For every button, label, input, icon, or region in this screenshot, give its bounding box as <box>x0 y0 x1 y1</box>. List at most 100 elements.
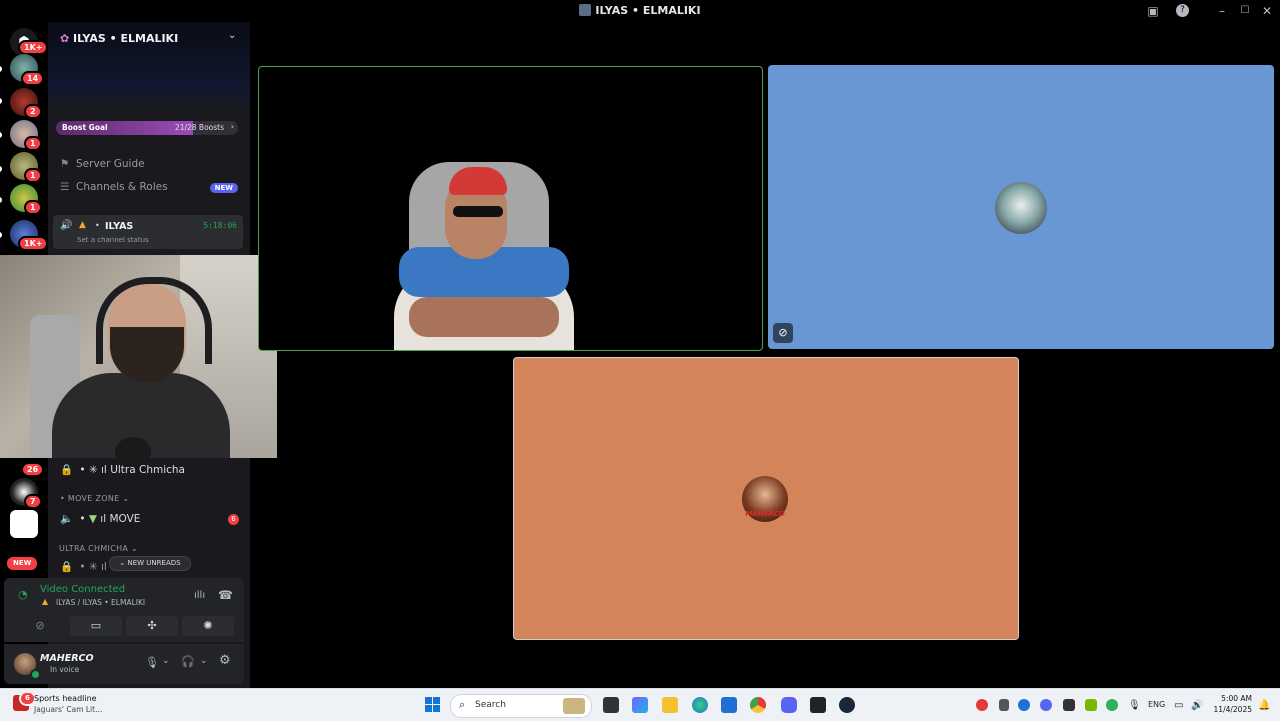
server-badge: 1K+ <box>18 40 49 55</box>
discord-icon[interactable] <box>781 697 797 713</box>
unread-pill <box>0 232 2 238</box>
headphones-icon[interactable]: 🎧 <box>181 655 195 668</box>
call-timer: 5:18:06 <box>203 221 237 230</box>
chrome-icon[interactable] <box>750 697 766 713</box>
chevron-down-icon[interactable]: ⌄ <box>228 30 236 41</box>
microphone-icon[interactable]: 🎙 <box>1128 700 1141 711</box>
steam-icon[interactable] <box>839 697 855 713</box>
windows-start-icon[interactable] <box>425 697 441 713</box>
sunglasses <box>453 206 503 217</box>
tray-app-icon[interactable] <box>1018 699 1030 711</box>
category-move-zone[interactable]: • MOVE ZONE ⌄ <box>60 494 129 503</box>
server-badge: 7 <box>24 494 42 509</box>
video-tile-camera[interactable] <box>258 66 763 351</box>
copilot-icon[interactable] <box>632 697 648 713</box>
voice-location[interactable]: ILYAS / ILYAS • ELMALIKI <box>56 598 145 607</box>
soundboard-icon[interactable]: ıllı <box>194 590 205 601</box>
maximize-button[interactable]: ☐ <box>1237 3 1253 19</box>
unread-pill <box>0 132 2 138</box>
new-badge[interactable]: NEW <box>5 555 40 572</box>
close-button[interactable]: ✕ <box>1259 3 1275 19</box>
language-indicator[interactable]: ENG <box>1148 700 1165 709</box>
speaker-icon: 🔊 <box>60 220 73 231</box>
channel-locked[interactable]: 🔒 • ✳ ıl <box>60 560 107 573</box>
trophy-icon: ▼ <box>88 513 97 525</box>
unread-pill <box>0 98 2 104</box>
headphones-shape <box>96 277 212 364</box>
tray-discord-icon[interactable] <box>1040 699 1052 711</box>
boost-count: 21/28 Boosts <box>174 123 224 132</box>
news-headline[interactable]: Sports headline <box>34 694 97 703</box>
signal-icon[interactable]: ◔ <box>18 588 28 601</box>
settings-gear-icon[interactable]: ⚙ <box>219 653 231 668</box>
voice-channel-name: ILYAS <box>105 221 134 232</box>
tray-app-icon[interactable] <box>1106 699 1118 711</box>
microphone-icon[interactable]: 🎙 <box>145 656 159 669</box>
boost-label: Boost Goal <box>62 123 108 132</box>
tray-app-icon[interactable] <box>999 699 1009 711</box>
help-icon[interactable]: ? <box>1176 4 1189 17</box>
channel-move[interactable]: 🔈 • ▼ ıl MOVE <box>60 512 140 525</box>
network-icon[interactable]: ▭ <box>1174 700 1183 711</box>
windows-taskbar: 6 Sports headline Jaguars' Cam Lit... ⌕ … <box>0 688 1280 721</box>
server-badge: 1K+ <box>18 236 49 251</box>
voice-status[interactable]: Video Connected <box>40 584 125 595</box>
title-bar: ILYAS • ELMALIKI ▣ ? – ☐ ✕ <box>0 0 1280 22</box>
server-badge: 1 <box>24 136 42 151</box>
disconnect-icon[interactable]: ☎ <box>218 588 233 602</box>
avatar-logo-text: MAHERCO <box>745 510 785 518</box>
edge-icon[interactable] <box>692 697 708 713</box>
chevron-down-icon: ⌄ <box>119 559 128 567</box>
rocket-icon: ✺ <box>203 619 213 632</box>
webcam-overlay[interactable] <box>0 255 277 458</box>
window-title: ILYAS • ELMALIKI <box>0 4 1280 17</box>
crossed-arms <box>409 297 559 337</box>
unread-pill <box>0 197 2 203</box>
camera-off-button[interactable]: ⊘ <box>14 616 66 636</box>
boost-goal-bar[interactable]: Boost Goal 21/28 Boosts › <box>56 121 238 135</box>
server-name[interactable]: ✿ ILYAS • ELMALIKI <box>60 32 178 45</box>
activities-icon: ✣ <box>147 619 157 632</box>
tray-app-icon[interactable] <box>976 699 988 711</box>
user-status: In voice <box>50 665 80 674</box>
activities-button[interactable]: ✣ <box>126 616 178 636</box>
chevron-down-icon[interactable]: ⌄ <box>200 656 208 666</box>
channel-status[interactable]: Set a channel status <box>77 236 149 244</box>
task-view-icon[interactable] <box>603 697 619 713</box>
store-icon[interactable] <box>721 697 737 713</box>
epic-games-icon[interactable] <box>810 697 826 713</box>
signpost-icon: ⚑ <box>60 158 70 170</box>
video-tile-maherco[interactable]: MAHERCO <box>513 357 1019 640</box>
minimize-button[interactable]: – <box>1214 3 1230 19</box>
nvidia-icon[interactable] <box>1085 699 1097 711</box>
channel-ultra-chmicha[interactable]: 🔒 • ✳ ıl Ultra Chmicha <box>60 463 185 476</box>
tray-app-icon[interactable] <box>1063 699 1075 711</box>
video-tile-user[interactable]: ⊘ <box>768 65 1274 349</box>
server-badge: 26 <box>21 462 45 477</box>
file-explorer-icon[interactable] <box>662 697 678 713</box>
server-icon[interactable] <box>10 510 38 538</box>
voice-connection-panel: ◔ Video Connected ▲ ILYAS / ILYAS • ELMA… <box>4 578 244 642</box>
unread-pill <box>0 166 2 172</box>
search-icon: ⌕ <box>459 698 466 711</box>
inbox-icon[interactable]: ▣ <box>1145 3 1161 19</box>
volume-icon[interactable]: 🔊 <box>1191 700 1203 711</box>
server-guide-link[interactable]: ⚑ Server Guide <box>60 158 145 170</box>
participant-avatar[interactable] <box>995 182 1047 234</box>
news-subtitle[interactable]: Jaguars' Cam Lit... <box>34 705 102 714</box>
category-ultra-chmicha[interactable]: ULTRA CHMICHA ⌄ <box>59 544 138 553</box>
username[interactable]: MAHERCO <box>40 653 94 664</box>
voice-channel-ilyas[interactable]: 🔊 ▲ • ILYAS 5:18:06 Set a channel status <box>53 215 243 249</box>
screen-share-button[interactable]: ▭ <box>70 616 122 636</box>
chevron-down-icon[interactable]: ⌄ <box>162 656 170 666</box>
new-unreads-button[interactable]: ⌄ NEW UNREADS <box>109 556 191 571</box>
app-icon <box>579 4 592 16</box>
soundboard-button[interactable]: ✺ <box>182 616 234 636</box>
channels-roles-link[interactable]: ☰ Channels & Roles <box>60 181 168 193</box>
taskbar-clock[interactable]: 5:00 AM 11/4/2025 <box>1212 693 1252 715</box>
server-boost-icon: ✿ <box>60 32 74 45</box>
taskbar-search[interactable]: ⌕ Search <box>450 694 592 718</box>
notification-bell-icon[interactable]: 🔔 <box>1258 700 1270 711</box>
search-placeholder: Search <box>475 700 506 710</box>
camera-off-icon: ⊘ <box>35 619 45 632</box>
